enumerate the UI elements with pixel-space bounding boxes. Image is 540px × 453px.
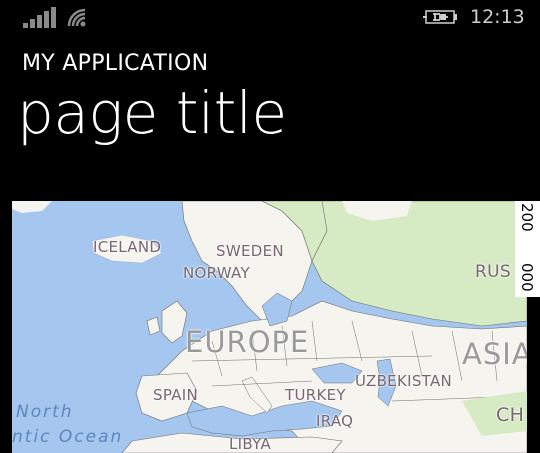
signal-strength-icon [23, 6, 57, 28]
status-clock: 12:13 [470, 6, 525, 28]
map-label-libya: LIBYA [229, 435, 272, 453]
map-label-europe: EUROPE [185, 325, 310, 359]
status-bar: 12:13 [0, 0, 540, 34]
map-label-turkey: TURKEY [285, 386, 346, 404]
map-scale-label-top: 200 [518, 203, 536, 232]
map-label-spain: SPAIN [153, 386, 199, 404]
battery-charging-icon [423, 10, 457, 24]
map-label-iceland: ICELAND [93, 238, 162, 256]
map-label-norway: NORWAY [183, 264, 250, 282]
wifi-icon [67, 8, 86, 27]
map-label-uzbekistan: UZBEKISTAN [355, 372, 453, 390]
map-control[interactable]: ICELAND SWEDEN NORWAY RUS EUROPE ASIA SP… [12, 201, 527, 453]
map-scale-bar: 200 000 [515, 201, 540, 297]
page-title: page title [17, 79, 287, 147]
map-label-ocean-line2: ntic Ocean [12, 427, 124, 447]
map-label-iraq: IRAQ [316, 412, 354, 430]
map-label-ocean-line1: North [16, 402, 74, 422]
map-label-asia: ASIA [462, 337, 527, 371]
map-label-russia: RUS [475, 262, 511, 282]
app-name: MY APPLICATION [22, 51, 209, 76]
map-label-sweden: SWEDEN [216, 242, 284, 260]
map-label-china: CH [496, 404, 525, 426]
map-scale-label-bottom: 000 [518, 263, 536, 292]
